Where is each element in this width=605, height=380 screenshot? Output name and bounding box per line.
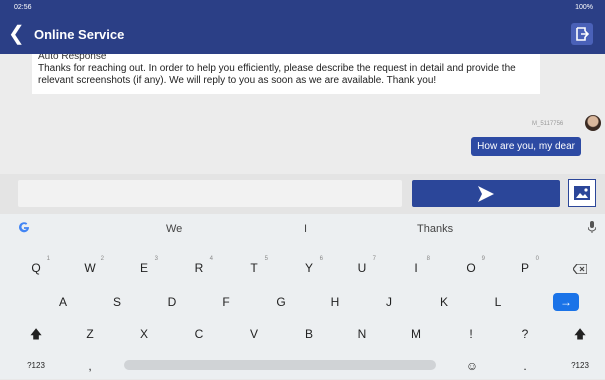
battery-level: 100% (575, 4, 593, 11)
avatar (585, 115, 601, 131)
image-icon (574, 186, 590, 200)
key-label: I (414, 261, 418, 275)
key[interactable]: N (342, 320, 382, 348)
enter-key[interactable]: → (553, 293, 579, 311)
key[interactable]: R4 (179, 254, 219, 282)
key-hint: 0 (535, 256, 539, 262)
image-button[interactable] (568, 179, 596, 207)
key[interactable]: X (124, 320, 164, 348)
chat-area[interactable]: Auto Response Thanks for reaching out. I… (0, 54, 605, 174)
keyboard: We I Thanks Q1 W2 E3 R4 T5 Y6 U7 I8 O9 P… (0, 214, 605, 379)
suggestion[interactable]: We (166, 223, 182, 235)
comma-key[interactable]: , (70, 352, 110, 380)
key-hint: 2 (100, 256, 104, 262)
key-label: R (194, 261, 204, 275)
suggestion[interactable]: I (304, 223, 307, 235)
key-label: O (466, 261, 476, 275)
mic-icon[interactable] (587, 221, 597, 236)
key[interactable]: P0 (505, 254, 545, 282)
key[interactable]: K (424, 288, 464, 316)
key[interactable]: H (315, 288, 355, 316)
status-bar: 02:56 100% (0, 0, 605, 16)
key-label: Y (304, 261, 313, 275)
key[interactable]: W2 (70, 254, 110, 282)
key[interactable]: F (206, 288, 246, 316)
key-row-3: 🡅 Z X C V B N M ! ? 🡅 (0, 320, 605, 348)
message-composer (0, 174, 605, 214)
key-row-1: Q1 W2 E3 R4 T5 Y6 U7 I8 O9 P0 (0, 254, 605, 282)
key-hint: 6 (319, 256, 323, 262)
key[interactable]: L (478, 288, 518, 316)
key-label: W (84, 261, 96, 275)
app-bar: ❮ Online Service (0, 16, 605, 54)
space-bar[interactable] (124, 360, 436, 370)
key-label: Q (31, 261, 41, 275)
user-message-bubble: How are you, my dear (471, 137, 581, 156)
key[interactable]: ! (451, 320, 491, 348)
key-hint: 9 (481, 256, 485, 262)
symbols-key[interactable]: ?123 (560, 352, 600, 380)
suggestion-strip: We I Thanks (0, 214, 605, 244)
emoji-icon[interactable]: ☺ (452, 352, 492, 380)
key[interactable]: D (152, 288, 192, 316)
key-row-4: ?123 , ☺ . ?123 (0, 352, 605, 380)
key-row-2: A S D F G H J K L → (0, 288, 605, 316)
google-icon[interactable] (18, 221, 30, 236)
send-icon (478, 185, 494, 202)
key-label: U (357, 261, 367, 275)
key[interactable]: V (234, 320, 274, 348)
symbols-key[interactable]: ?123 (16, 352, 56, 380)
key-label: T (250, 261, 258, 275)
user-id: M_5117756 (532, 121, 564, 127)
key[interactable]: T5 (234, 254, 274, 282)
key-hint: 1 (46, 256, 50, 262)
key[interactable]: J (369, 288, 409, 316)
exit-icon[interactable] (571, 23, 593, 45)
key-label: E (139, 261, 148, 275)
status-time: 02:56 (14, 4, 32, 11)
auto-response-body: Thanks for reaching out. In order to hel… (38, 63, 516, 86)
backspace-key[interactable] (560, 254, 600, 282)
key-label: P (520, 261, 529, 275)
key[interactable]: G (261, 288, 301, 316)
key[interactable]: S (97, 288, 137, 316)
period-key[interactable]: . (505, 352, 545, 380)
key-hint: 7 (372, 256, 376, 262)
key[interactable]: B (289, 320, 329, 348)
key[interactable]: Y6 (289, 254, 329, 282)
key[interactable]: Z (70, 320, 110, 348)
key-hint: 8 (426, 256, 430, 262)
key[interactable]: I8 (396, 254, 436, 282)
auto-response-message: Auto Response Thanks for reaching out. I… (32, 54, 540, 94)
key[interactable]: Q1 (16, 254, 56, 282)
key[interactable]: O9 (451, 254, 491, 282)
page-title: Online Service (34, 27, 125, 42)
key[interactable]: ? (505, 320, 545, 348)
suggestion[interactable]: Thanks (417, 223, 453, 235)
key[interactable]: A (43, 288, 83, 316)
key-hint: 3 (154, 256, 158, 262)
shift-key[interactable]: 🡅 (16, 320, 56, 348)
send-button[interactable] (412, 180, 560, 207)
message-input[interactable] (18, 180, 402, 207)
key-hint: 5 (264, 256, 268, 262)
auto-response-header: Auto Response (38, 54, 107, 62)
backspace-icon (572, 263, 588, 275)
chevron-left-icon[interactable]: ❮ (8, 23, 25, 45)
key[interactable]: U7 (342, 254, 382, 282)
shift-key[interactable]: 🡅 (560, 320, 600, 348)
key-hint: 4 (209, 256, 213, 262)
key[interactable]: M (396, 320, 436, 348)
key[interactable]: E3 (124, 254, 164, 282)
key[interactable]: C (179, 320, 219, 348)
